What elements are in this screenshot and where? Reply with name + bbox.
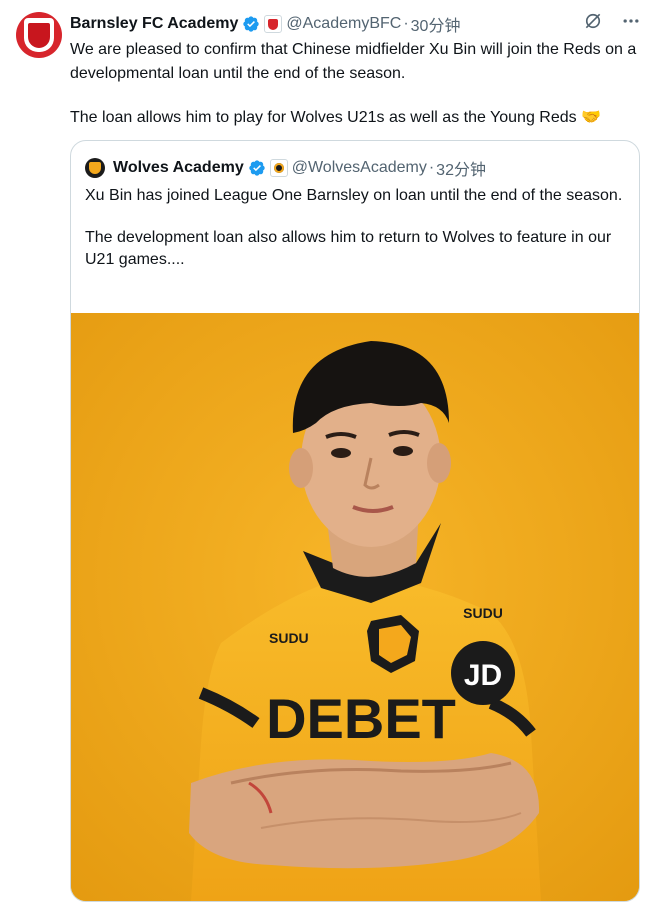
timestamp[interactable]: 30分钟	[411, 12, 461, 36]
barnsley-affiliate-badge-icon[interactable]	[264, 15, 283, 33]
verified-checkmark-icon	[242, 15, 260, 33]
wolves-crest-icon	[89, 162, 101, 174]
avatar-wolves[interactable]	[85, 158, 105, 178]
tweet-text: We are pleased to confirm that Chinese m…	[70, 38, 646, 130]
quoted-timestamp[interactable]: 32分钟	[436, 156, 486, 180]
quoted-paragraph: The development loan also allows him to …	[85, 229, 612, 268]
separator-dot: ·	[403, 15, 409, 32]
quoted-tweet-card[interactable]: Wolves Academy @WolvesAcademy · 32分钟 Xu …	[70, 140, 640, 902]
quoted-display-name[interactable]: Wolves Academy	[113, 159, 244, 177]
display-name[interactable]: Barnsley FC Academy	[70, 15, 238, 33]
verified-checkmark-icon	[248, 159, 266, 177]
tweet[interactable]: Barnsley FC Academy @AcademyBFC · 30分钟 W…	[0, 0, 656, 902]
shirt-sponsor-logo: DEBET	[266, 687, 456, 750]
shirt-maker-logo: SUDU	[269, 630, 309, 646]
player-photo-illustration: JD SUDU SUDU DEBET	[71, 313, 639, 901]
player-photo[interactable]: JD SUDU SUDU DEBET	[71, 313, 639, 901]
quoted-handle[interactable]: @WolvesAcademy	[292, 159, 427, 177]
tweet-paragraph: We are pleased to confirm that Chinese m…	[70, 41, 637, 82]
tweet-paragraph: The loan allows him to play for Wolves U…	[70, 109, 602, 126]
shirt-maker-logo-sleeve: SUDU	[463, 605, 503, 621]
wolves-affiliate-badge-icon[interactable]	[269, 159, 288, 177]
quoted-tweet-header: Wolves Academy @WolvesAcademy · 32分钟	[85, 157, 486, 179]
avatar-barnsley[interactable]	[16, 12, 62, 58]
quoted-paragraph: Xu Bin has joined League One Barnsley on…	[85, 187, 623, 204]
barnsley-crest-icon	[24, 18, 54, 52]
more-dots-icon[interactable]	[620, 10, 642, 32]
quoted-tweet-text: Xu Bin has joined League One Barnsley on…	[85, 185, 625, 271]
grok-icon[interactable]	[582, 10, 604, 32]
handle[interactable]: @AcademyBFC	[286, 15, 401, 33]
shirt-sleeve-logo: JD	[464, 659, 502, 692]
separator-dot: ·	[428, 159, 435, 176]
tweet-header: Barnsley FC Academy @AcademyBFC · 30分钟	[70, 12, 460, 36]
tweet-actions	[582, 10, 642, 32]
